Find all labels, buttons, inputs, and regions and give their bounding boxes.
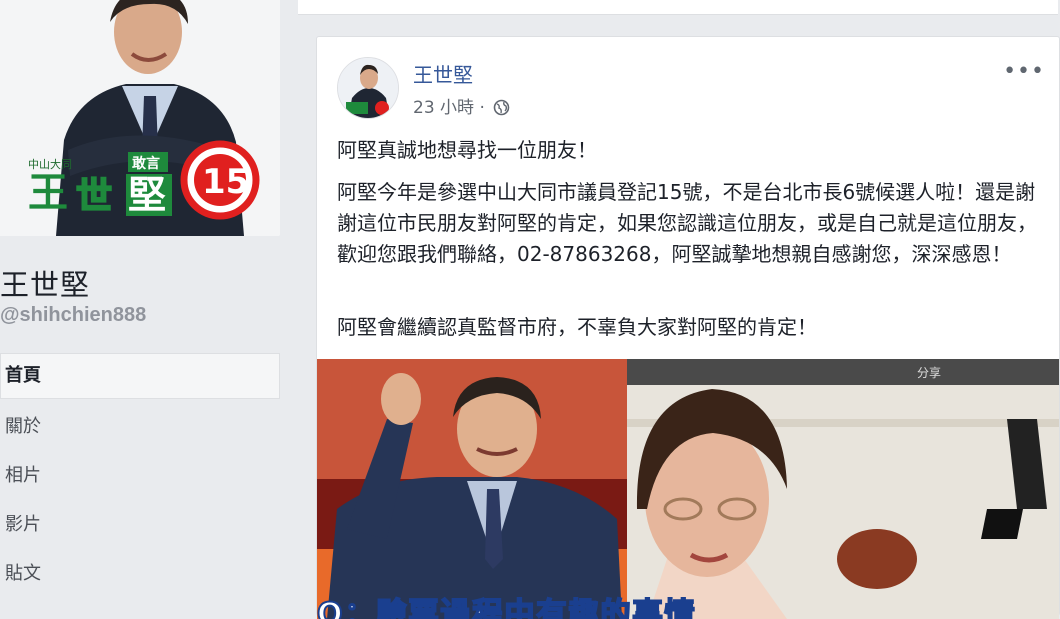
video-frame: 分享	[317, 359, 1059, 619]
svg-text:敢言: 敢言	[132, 155, 160, 172]
page-handle[interactable]: @shihchien888	[0, 304, 146, 327]
nav-item-home[interactable]: 首頁	[0, 353, 280, 399]
nav-item-posts[interactable]: 貼文	[0, 550, 280, 595]
profile-picture[interactable]: 中山大同 敢言 王 世 堅 15	[0, 0, 280, 236]
post-text-body: 阿堅今年是參選中山大同市議員登記15號，不是台北市長6號候選人啦！還是謝謝這位市…	[337, 180, 1037, 266]
svg-text:堅: 堅	[128, 172, 166, 217]
post-text-closing: 阿堅會繼續認真監督市府，不辜負大家對阿堅的肯定！	[337, 315, 817, 339]
more-options-button[interactable]: •••	[1003, 59, 1045, 84]
svg-text:世: 世	[76, 175, 112, 217]
avatar-image	[338, 58, 398, 118]
page-nav: 首頁 關於 相片 影片 貼文	[0, 353, 280, 599]
video-caption: Q：驗票過程中有趣的事情	[317, 596, 697, 619]
left-column: 中山大同 敢言 王 世 堅 15 王世堅 @shihchien888 首頁 關於…	[0, 0, 296, 596]
author-avatar[interactable]	[337, 57, 399, 119]
page-name[interactable]: 王世堅	[0, 262, 90, 304]
post-time[interactable]: 23 小時 ·	[413, 98, 490, 118]
nav-item-photos[interactable]: 相片	[0, 452, 280, 497]
nav-item-videos[interactable]: 影片	[0, 501, 280, 546]
svg-text:15: 15	[202, 162, 249, 202]
post-video[interactable]: 分享 Q：驗票過程中有趣的事情	[317, 359, 1059, 619]
post-author[interactable]: 王世堅	[413, 59, 473, 88]
profile-photo: 中山大同 敢言 王 世 堅 15	[0, 0, 280, 236]
svg-text:王: 王	[28, 169, 68, 216]
previous-card-edge	[298, 0, 1058, 15]
nav-item-about[interactable]: 關於	[0, 403, 280, 448]
post-text-line1: 阿堅真誠地想尋找一位朋友！	[337, 138, 597, 162]
video-corner-text: 分享	[917, 365, 941, 380]
post-card: 王世堅 23 小時 · ••• 阿堅真誠地想尋找一位朋友！ 阿堅今年是參選中山大…	[316, 36, 1060, 619]
post-meta: 23 小時 ·	[413, 93, 510, 121]
globe-icon	[493, 99, 510, 121]
